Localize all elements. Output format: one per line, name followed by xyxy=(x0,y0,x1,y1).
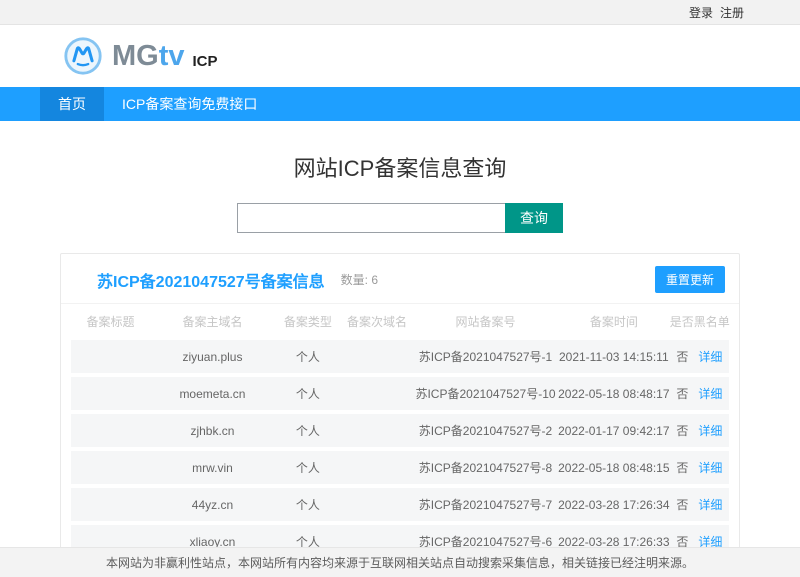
cell-blacklist: 否 xyxy=(676,422,688,439)
detail-link[interactable]: 详细 xyxy=(698,348,722,365)
cell-type: 个人 xyxy=(275,496,341,513)
main-nav: 首页 ICP备案查询免费接口 xyxy=(0,87,800,121)
search-bar: 查询 xyxy=(237,203,563,233)
col-header-blacklist: 是否黑名单 xyxy=(670,313,729,330)
col-header-title: 备案标题 xyxy=(71,313,150,330)
cell-icp-number: 苏ICP备2021047527号-8 xyxy=(413,459,558,476)
cell-type: 个人 xyxy=(275,422,341,439)
panel-title: 苏ICP备2021047527号备案信息 xyxy=(97,268,325,292)
cell-blacklist: 否 xyxy=(676,533,688,547)
cell-blacklist: 否 xyxy=(676,348,688,365)
login-link[interactable]: 登录 xyxy=(689,4,713,21)
cell-type: 个人 xyxy=(275,385,341,402)
nav-item-icp-api[interactable]: ICP备案查询免费接口 xyxy=(104,87,275,121)
cell-time: 2021-11-03 14:15:11 xyxy=(558,350,670,364)
table-row: 44yz.cn 个人 苏ICP备2021047527号-7 2022-03-28… xyxy=(71,488,729,521)
result-panel-header: 苏ICP备2021047527号备案信息 数量: 6 重置更新 xyxy=(61,254,739,304)
cell-icp-number: 苏ICP备2021047527号-1 xyxy=(413,348,558,365)
cell-domain: ziyuan.plus xyxy=(150,350,275,364)
cell-icp-number: 苏ICP备2021047527号-2 xyxy=(413,422,558,439)
col-header-subdomain: 备案次域名 xyxy=(341,313,413,330)
cell-time: 2022-05-18 08:48:17 xyxy=(558,387,670,401)
table-row: zjhbk.cn 个人 苏ICP备2021047527号-2 2022-01-1… xyxy=(71,414,729,447)
cell-domain: 44yz.cn xyxy=(150,498,275,512)
col-header-type: 备案类型 xyxy=(275,313,341,330)
cell-type: 个人 xyxy=(275,348,341,365)
reset-update-button[interactable]: 重置更新 xyxy=(655,266,725,293)
mgtv-logo-icon xyxy=(62,35,104,77)
cell-blacklist: 否 xyxy=(676,385,688,402)
main-content: 网站ICP备案信息查询 查询 苏ICP备2021047527号备案信息 数量: … xyxy=(0,121,800,547)
table-row: mrw.vin 个人 苏ICP备2021047527号-8 2022-05-18… xyxy=(71,451,729,484)
logo-text-mg: MG xyxy=(112,40,159,73)
cell-domain: moemeta.cn xyxy=(150,387,275,401)
cell-domain: xliaoy.cn xyxy=(150,535,275,548)
table-row: ziyuan.plus 个人 苏ICP备2021047527号-1 2021-1… xyxy=(71,340,729,373)
cell-blacklist: 否 xyxy=(676,496,688,513)
detail-link[interactable]: 详细 xyxy=(698,459,722,476)
topbar: 登录 注册 xyxy=(0,0,800,25)
cell-icp-number: 苏ICP备2021047527号-7 xyxy=(413,496,558,513)
cell-domain: mrw.vin xyxy=(150,461,275,475)
cell-time: 2022-03-28 17:26:34 xyxy=(558,498,670,512)
cell-icp-number: 苏ICP备2021047527号-10 xyxy=(413,385,558,402)
search-input[interactable] xyxy=(237,203,505,233)
footer-text: 本网站为非赢利性站点，本网站所有内容均来源于互联网相关站点自动搜索采集信息，相关… xyxy=(106,554,694,571)
detail-link[interactable]: 详细 xyxy=(698,533,722,547)
cell-time: 2022-05-18 08:48:15 xyxy=(558,461,670,475)
cell-time: 2022-03-28 17:26:33 xyxy=(558,535,670,548)
cell-domain: zjhbk.cn xyxy=(150,424,275,438)
result-count-label: 数量: xyxy=(341,273,372,287)
result-table-body: ziyuan.plus 个人 苏ICP备2021047527号-1 2021-1… xyxy=(71,340,729,547)
detail-link[interactable]: 详细 xyxy=(698,496,722,513)
col-header-domain: 备案主域名 xyxy=(150,313,275,330)
cell-icp-number: 苏ICP备2021047527号-6 xyxy=(413,533,558,547)
col-header-icp: 网站备案号 xyxy=(413,313,558,330)
result-table: 备案标题 备案主域名 备案类型 备案次域名 网站备案号 备案时间 是否黑名单 z… xyxy=(61,304,739,547)
result-count: 数量: 6 xyxy=(341,271,378,288)
search-button[interactable]: 查询 xyxy=(505,203,563,233)
footer: 本网站为非赢利性站点，本网站所有内容均来源于互联网相关站点自动搜索采集信息，相关… xyxy=(0,547,800,577)
col-header-time: 备案时间 xyxy=(558,313,670,330)
table-row: moemeta.cn 个人 苏ICP备2021047527号-10 2022-0… xyxy=(71,377,729,410)
cell-type: 个人 xyxy=(275,533,341,547)
cell-time: 2022-01-17 09:42:17 xyxy=(558,424,670,438)
site-header: MGtv ICP xyxy=(0,25,800,87)
detail-link[interactable]: 详细 xyxy=(698,385,722,402)
logo-text-icp: ICP xyxy=(193,53,218,70)
nav-item-home[interactable]: 首页 xyxy=(40,87,104,121)
site-logo[interactable]: MGtv ICP xyxy=(62,35,218,77)
table-header-row: 备案标题 备案主域名 备案类型 备案次域名 网站备案号 备案时间 是否黑名单 xyxy=(71,304,729,340)
register-link[interactable]: 注册 xyxy=(720,4,744,21)
detail-link[interactable]: 详细 xyxy=(698,422,722,439)
cell-blacklist: 否 xyxy=(676,459,688,476)
logo-text-tv: tv xyxy=(159,40,185,73)
table-row: xliaoy.cn 个人 苏ICP备2021047527号-6 2022-03-… xyxy=(71,525,729,547)
page-title: 网站ICP备案信息查询 xyxy=(0,151,800,183)
cell-type: 个人 xyxy=(275,459,341,476)
result-count-value: 6 xyxy=(371,273,378,287)
result-panel: 苏ICP备2021047527号备案信息 数量: 6 重置更新 备案标题 备案主… xyxy=(60,253,740,547)
